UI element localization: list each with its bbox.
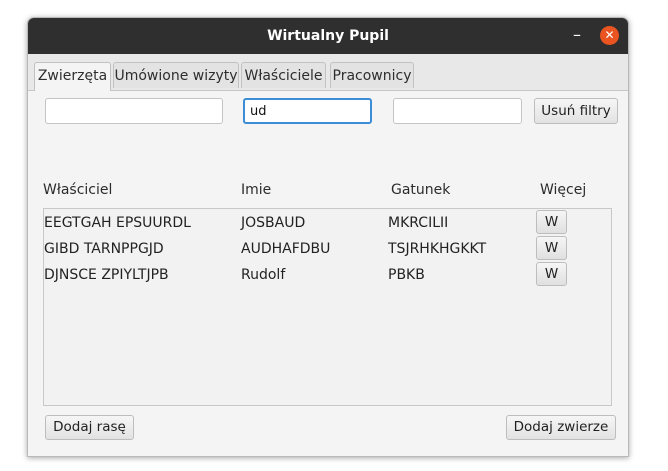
header-more: Więcej [540,182,587,198]
tab-wlasciciele[interactable]: Właściciele [241,62,326,88]
owner-cell: DJNSCE ZPIYLTJPB [44,267,169,283]
more-button[interactable]: W [536,262,567,286]
name-cell: Rudolf [241,267,286,283]
list-item[interactable]: EEGTGAH EPSUURDL JOSBAUD MKRCILII W [44,210,611,236]
window-title: Wirtualny Pupil [267,28,389,44]
name-cell: AUDHAFDBU [241,241,331,257]
name-cell: JOSBAUD [241,215,306,231]
header-owner: Właściciel [43,182,113,198]
animals-list[interactable]: EEGTGAH EPSUURDL JOSBAUD MKRCILII W GIBD… [43,208,612,406]
owner-cell: GIBD TARNPPGJD [44,241,164,257]
species-filter-input[interactable] [393,98,522,124]
tab-pracownicy[interactable]: Pracownicy [330,62,414,88]
list-item[interactable]: GIBD TARNPPGJD AUDHAFDBU TSJRHKHGKKT W [44,236,611,262]
add-breed-button[interactable]: Dodaj rasę [45,415,134,440]
tab-zwierzeta[interactable]: Zwierzęta [34,62,111,91]
species-cell: MKRCILII [388,215,449,231]
owner-cell: EEGTGAH EPSUURDL [44,215,191,231]
title-bar: Wirtualny Pupil – ✕ [28,18,628,54]
tab-bar: Zwierzęta Umówione wizyty Właściciele Pr… [28,54,628,91]
add-animal-button[interactable]: Dodaj zwierze [506,415,616,440]
species-cell: PBKB [388,267,425,283]
species-cell: TSJRHKHGKKT [388,241,487,257]
app-window: Wirtualny Pupil – ✕ Zwierzęta Umówione w… [27,17,629,457]
header-name: Imie [241,182,272,198]
list-item[interactable]: DJNSCE ZPIYLTJPB Rudolf PBKB W [44,262,611,288]
more-button[interactable]: W [536,236,567,260]
owner-filter-input[interactable] [45,98,223,124]
close-icon[interactable]: ✕ [600,26,619,45]
tab-umowione-wizyty[interactable]: Umówione wizyty [113,62,239,88]
header-species: Gatunek [391,182,451,198]
clear-filters-button[interactable]: Usuń filtry [534,98,618,124]
name-filter-input[interactable] [243,98,372,124]
minimize-icon[interactable]: – [568,26,586,44]
more-button[interactable]: W [536,210,567,234]
